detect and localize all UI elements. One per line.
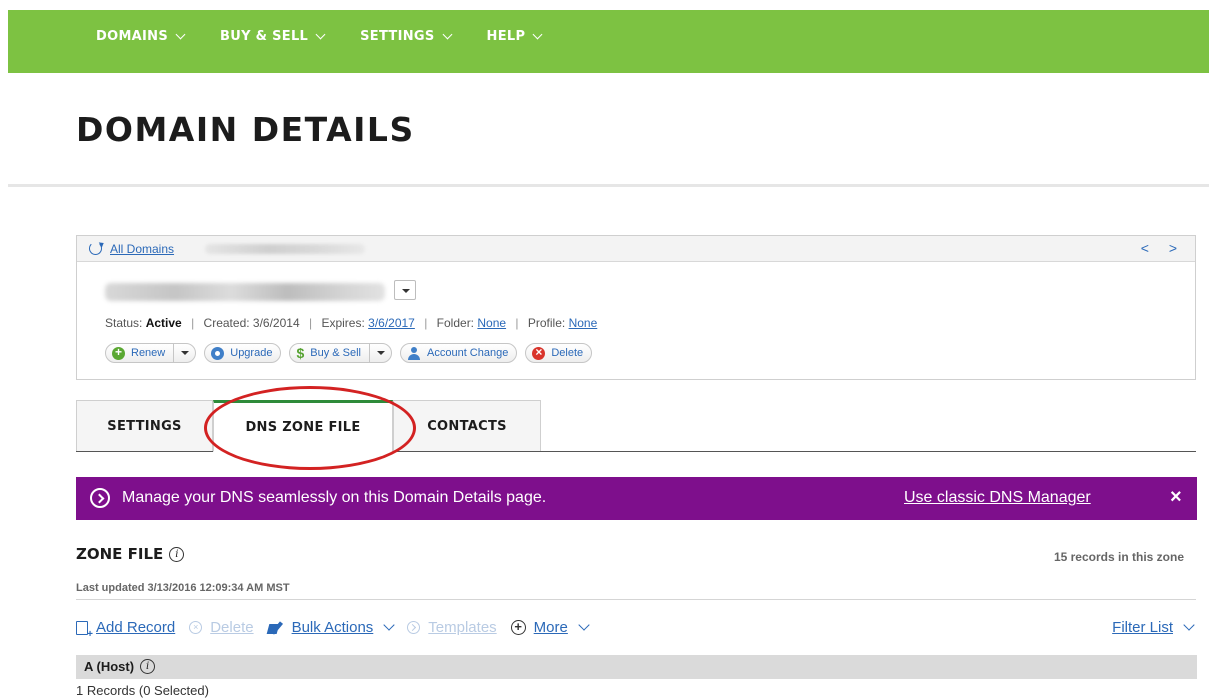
tab-dns-zone-file[interactable]: DNS ZONE FILE (213, 400, 393, 452)
x-circle-icon: × (189, 621, 203, 634)
zone-toolbar: Add Record × Delete Bulk Actions Templat… (76, 619, 602, 640)
templates-button[interactable]: Templates (407, 619, 497, 636)
tab-settings[interactable]: SETTINGS (76, 400, 213, 452)
bulk-actions-button[interactable]: Bulk Actions (268, 619, 395, 636)
nav-buy-sell[interactable]: BUY & SELL (220, 29, 326, 44)
plus-circle-icon: + (510, 620, 526, 635)
delete-icon (532, 345, 546, 360)
title-divider (8, 184, 1209, 187)
zone-file-heading: ZONE FILE i (76, 545, 185, 563)
banner-message: Manage your DNS seamlessly on this Domai… (122, 489, 547, 506)
a-host-label: A (Host) (84, 659, 135, 674)
status-value: Active (145, 316, 182, 330)
dollar-icon: $ (296, 345, 305, 361)
more-button[interactable]: + More (510, 619, 590, 636)
refresh-icon[interactable] (89, 242, 102, 255)
chevron-down-icon (442, 29, 452, 40)
chevron-down-icon (1183, 619, 1195, 631)
nav-help[interactable]: HELP (486, 29, 543, 44)
nav-help-label: HELP (486, 29, 526, 44)
chevron-down-icon (383, 619, 395, 631)
all-domains-link[interactable]: All Domains (110, 242, 174, 256)
panel-header: All Domains < > (77, 236, 1195, 262)
nav-settings-label: SETTINGS (360, 29, 435, 44)
tab-contacts[interactable]: CONTACTS (393, 400, 541, 452)
nav-domains-label: DOMAINS (96, 29, 169, 44)
user-icon (407, 346, 421, 360)
chevron-down-icon (175, 29, 186, 40)
renew-button[interactable]: Renew (105, 343, 197, 363)
renew-dropdown-caret[interactable] (173, 344, 195, 362)
add-record-button[interactable]: Add Record (76, 619, 175, 640)
records-count: 15 records in this zone (1053, 550, 1184, 564)
upgrade-icon (211, 346, 225, 360)
domain-panel: All Domains < > Status: Active | Created… (76, 235, 1196, 380)
renew-icon (112, 345, 125, 360)
created-label: Created: 3/6/2014 (203, 316, 300, 330)
a-host-section-header[interactable]: A (Host) i (76, 655, 1197, 679)
info-icon[interactable]: i (140, 659, 156, 674)
profile-link[interactable]: None (569, 316, 598, 330)
delete-record-button[interactable]: × Delete (189, 619, 254, 636)
folder-label: Folder: (436, 316, 475, 330)
folder-link[interactable]: None (477, 316, 506, 330)
detail-tabs: SETTINGS DNS ZONE FILE CONTACTS (76, 400, 541, 452)
nav-domains[interactable]: DOMAINS (96, 29, 186, 44)
active-nav-caret (148, 74, 170, 83)
nav-buy-sell-label: BUY & SELL (220, 29, 309, 44)
dns-info-banner: Manage your DNS seamlessly on this Domai… (76, 477, 1197, 520)
blurred-domain-name (105, 283, 385, 301)
chevron-down-icon (578, 619, 590, 631)
profile-label: Profile: (527, 316, 566, 330)
nav-settings[interactable]: SETTINGS (360, 29, 452, 44)
delete-domain-button[interactable]: Delete (525, 343, 593, 363)
buy-sell-button[interactable]: $ Buy & Sell (289, 343, 392, 363)
page-title: DOMAIN DETAILS (76, 110, 415, 149)
chevron-right-circle-icon (90, 488, 110, 508)
chevron-down-icon (532, 29, 543, 40)
upgrade-button[interactable]: Upgrade (204, 343, 282, 363)
classic-dns-manager-link[interactable]: Use classic DNS Manager (904, 489, 1091, 507)
expires-link[interactable]: 3/6/2017 (368, 316, 415, 330)
domain-actions: Renew Upgrade $ Buy & Sell Account Chang… (105, 343, 600, 363)
expires-label: Expires: (321, 316, 365, 330)
bulk-edit-icon (268, 621, 284, 635)
domain-select-dropdown[interactable] (394, 280, 416, 300)
chevron-down-icon (315, 29, 326, 40)
top-nav: DOMAINS BUY & SELL SETTINGS HELP (8, 10, 1209, 83)
add-document-icon (76, 620, 93, 640)
last-updated: Last updated 3/13/2016 12:09:34 AM MST (76, 582, 290, 594)
buy-sell-dropdown-caret[interactable] (369, 344, 391, 362)
records-selected-count: 1 Records (0 Selected) (76, 683, 209, 698)
close-icon[interactable]: × (1170, 486, 1182, 509)
zone-divider (76, 599, 1196, 600)
blurred-domain-breadcrumb (205, 244, 365, 254)
prev-next-arrows[interactable]: < > (1141, 240, 1185, 256)
domain-status-line: Status: Active | Created: 3/6/2014 | Exp… (105, 316, 598, 330)
account-change-button[interactable]: Account Change (400, 343, 518, 363)
nav-menu: DOMAINS BUY & SELL SETTINGS HELP (96, 29, 577, 44)
chevron-right-circle-icon (407, 621, 421, 634)
info-icon[interactable]: i (169, 546, 185, 562)
filter-list-button[interactable]: Filter List (1112, 619, 1195, 636)
status-label: Status: (105, 316, 143, 330)
